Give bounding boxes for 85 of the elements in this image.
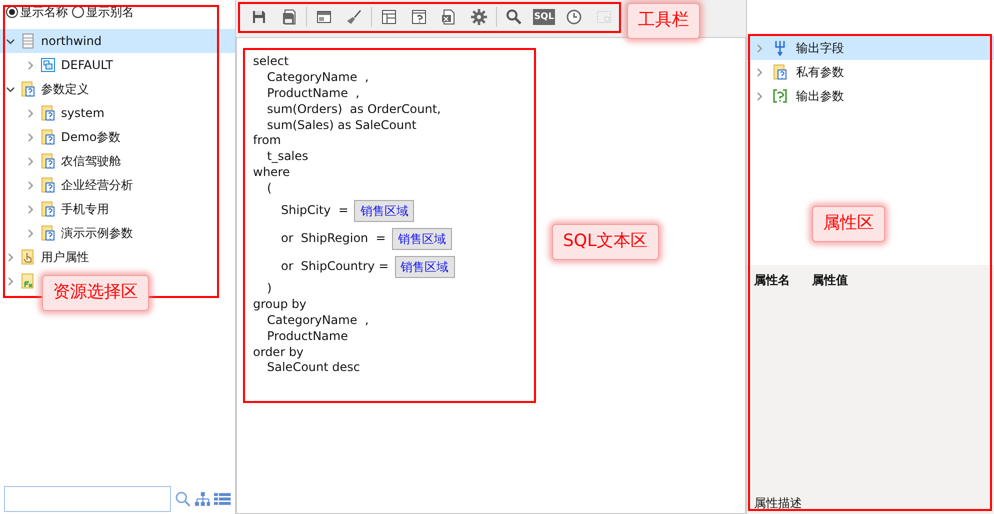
callout-label: SQL文本区: [552, 224, 659, 260]
collapse-chevron-icon[interactable]: [6, 36, 15, 46]
expand-chevron-icon[interactable]: [26, 60, 35, 70]
expand-chevron-icon[interactable]: [26, 132, 35, 142]
sql-line: select: [253, 54, 290, 70]
tree-item[interactable]: system: [0, 101, 235, 125]
sql-line: (: [266, 181, 273, 198]
tree-item[interactable]: 手机专用: [0, 197, 235, 221]
sql-line: sum(Sales) as SaleCount: [266, 118, 418, 134]
parameter-folder-icon: [40, 105, 56, 121]
tree-item[interactable]: 农信驾驶舱: [0, 149, 235, 173]
expand-chevron-icon[interactable]: [26, 108, 35, 118]
sql-line: where: [253, 165, 291, 182]
schema-icon: [40, 57, 56, 73]
tree-item[interactable]: 输出参数: [747, 84, 994, 108]
expand-chevron-icon[interactable]: [26, 180, 35, 190]
search-icon[interactable]: [174, 491, 191, 507]
function-icon: [20, 273, 36, 289]
sql-line: ShipCity =: [281, 203, 348, 219]
tree-item[interactable]: DEFAULT: [0, 53, 235, 77]
collapse-chevron-icon[interactable]: [6, 84, 15, 94]
tree-item[interactable]: 演示示例参数: [0, 221, 235, 245]
parameter-token[interactable]: 销售区域: [354, 200, 414, 222]
column-header: 属性名: [754, 272, 790, 289]
parameter-token[interactable]: 销售区域: [392, 228, 452, 250]
settings-icon: [471, 9, 487, 25]
sql-line: CategoryName ,: [266, 312, 370, 329]
sql-line: or ShipRegion =: [281, 231, 386, 247]
hierarchy-icon[interactable]: [194, 492, 210, 506]
description-label: 属性描述: [754, 495, 803, 512]
sql-line: SaleCount desc: [266, 360, 361, 376]
callout-label: 属性区: [812, 206, 885, 242]
sql-line: sum(Orders) as OrderCount,: [266, 102, 442, 118]
sql-line: t_sales: [266, 149, 310, 166]
expand-chevron-icon[interactable]: [26, 228, 35, 238]
layout-icon: [316, 9, 332, 25]
sql-label: SQL: [533, 9, 555, 25]
parameter-folder-icon: [40, 153, 56, 169]
hand-icon: [20, 249, 36, 265]
clock-icon: [566, 9, 582, 25]
parameter-folder-icon: [772, 64, 788, 80]
search-field[interactable]: [4, 486, 171, 512]
sql-line: or ShipCountry =: [281, 259, 389, 275]
tree-item[interactable]: 企业经营分析: [0, 173, 235, 197]
expand-chevron-icon[interactable]: [26, 156, 35, 166]
toolbar-button[interactable]: SQL: [529, 3, 559, 31]
brush-icon: [346, 9, 362, 25]
search-icon: [506, 9, 522, 25]
list-view-icon[interactable]: [214, 493, 232, 505]
save-icon: [251, 9, 267, 25]
tree-item[interactable]: northwind: [0, 29, 235, 53]
tree-item[interactable]: 参数定义: [0, 77, 235, 101]
parameter-folder-icon: [40, 129, 56, 145]
sql-line: ): [266, 281, 273, 297]
expand-chevron-icon[interactable]: [755, 92, 764, 100]
column-header: 属性值: [812, 272, 848, 289]
expand-chevron-icon[interactable]: [6, 276, 15, 286]
database-icon: [20, 33, 36, 49]
sql-line: CategoryName ,: [266, 70, 370, 86]
parameter-folder-icon: [40, 201, 56, 217]
parameter-icon: [411, 9, 427, 25]
bracket-question-icon: [772, 88, 788, 104]
sql-line: ProductName ,: [266, 86, 360, 102]
parameter-folder-icon: [40, 177, 56, 193]
add-table-icon: [596, 9, 612, 25]
expand-chevron-icon[interactable]: [6, 252, 15, 262]
tree-item[interactable]: 用户属性: [0, 245, 235, 269]
parameter-folder-icon: [20, 81, 36, 97]
sql-line: from: [253, 133, 282, 150]
sql-line: ProductName: [266, 328, 349, 345]
callout-label: 工具栏: [627, 3, 700, 38]
expand-chevron-icon[interactable]: [755, 44, 764, 52]
tree-item[interactable]: 输出字段: [747, 36, 994, 60]
save-as-icon: [281, 9, 297, 25]
table-icon: [381, 9, 397, 25]
expand-chevron-icon[interactable]: [26, 204, 35, 214]
tree-item[interactable]: 私有参数: [747, 60, 994, 84]
parameter-folder-icon: [40, 225, 56, 241]
expand-chevron-icon[interactable]: [755, 68, 764, 76]
callout-label: 资源选择区: [42, 275, 149, 310]
document-icon: [441, 9, 457, 25]
parameter-token[interactable]: 销售区域: [394, 256, 455, 278]
sql-line: group by: [253, 296, 308, 313]
tree-item[interactable]: Demo参数: [0, 125, 235, 149]
sql-line: order by: [253, 344, 305, 360]
